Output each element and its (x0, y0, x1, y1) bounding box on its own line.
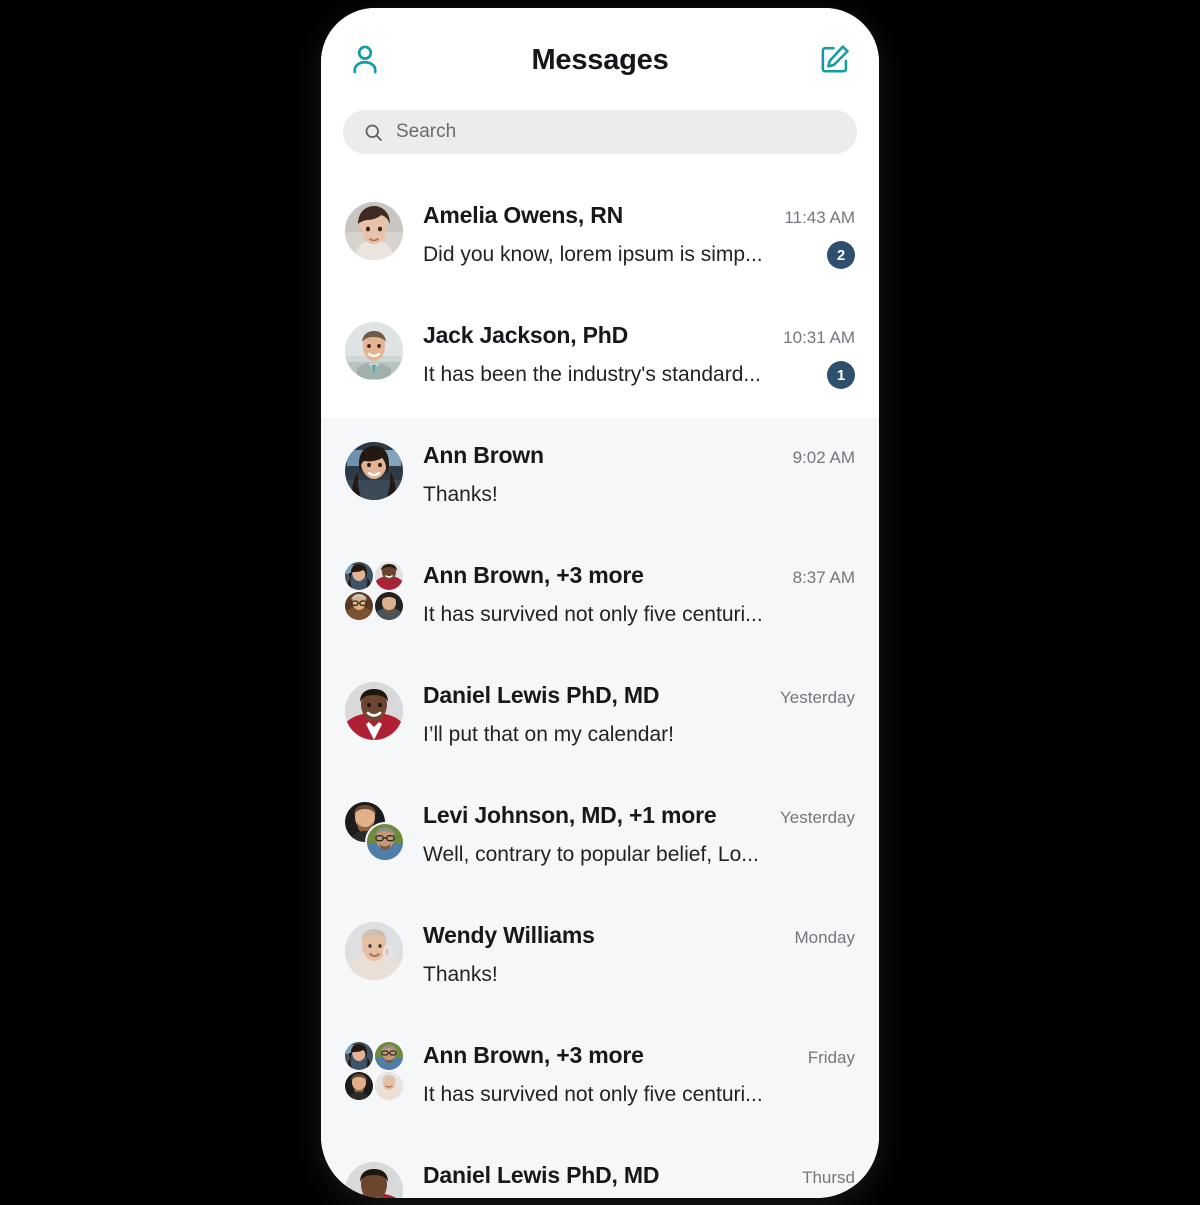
conversation-preview: Did you know, lorem ipsum is simp... (423, 243, 763, 266)
unread-badge: 2 (827, 241, 855, 269)
conversation-content: Ann Brown 9:02 AM Thanks! (423, 440, 855, 510)
unread-badge (827, 841, 855, 869)
conversation-content: Daniel Lewis PhD, MD Thursd (423, 1160, 855, 1189)
phone-frame: Messages Search Amelia Owens, RN 11:43 A… (321, 8, 879, 1198)
avatar-group (345, 802, 405, 862)
avatar (345, 682, 403, 742)
conversation-preview: Thanks! (423, 963, 498, 986)
avatar-image (345, 322, 403, 380)
conversation-time: 10:31 AM (783, 328, 855, 347)
avatar-group (345, 1042, 403, 1102)
avatar-group (345, 562, 403, 622)
search-bar[interactable] (343, 110, 857, 154)
unread-badge (827, 481, 855, 509)
avatar (345, 1162, 403, 1198)
avatar-image (375, 592, 403, 620)
conversation-preview: Well, contrary to popular belief, Lo... (423, 843, 759, 866)
conversation-row[interactable]: Ann Brown, +3 more Friday It has survive… (321, 1018, 879, 1138)
unread-badge (827, 1081, 855, 1109)
unread-badge (827, 601, 855, 629)
screenshot-canvas: Messages Search Amelia Owens, RN 11:43 A… (0, 0, 1200, 1205)
conversation-name: Jack Jackson, PhD (423, 322, 628, 348)
person-icon (348, 42, 382, 76)
unread-badge (827, 721, 855, 749)
conversation-content: Ann Brown, +3 more Friday It has survive… (423, 1040, 855, 1110)
conversation-time: Yesterday (780, 688, 855, 707)
conversation-name: Daniel Lewis PhD, MD (423, 1162, 660, 1188)
search-input[interactable] (396, 110, 837, 154)
conversation-row[interactable]: Wendy Williams Monday Thanks! (321, 898, 879, 1018)
conversation-time: Monday (794, 928, 855, 947)
avatar (345, 322, 403, 382)
conversation-preview: It has been the industry's standard... (423, 363, 761, 386)
avatar-image (345, 592, 373, 620)
avatar-image (345, 682, 403, 740)
conversation-name: Daniel Lewis PhD, MD (423, 682, 660, 708)
conversation-name: Levi Johnson, MD, +1 more (423, 802, 717, 828)
unread-badge (827, 961, 855, 989)
unread-badge: 1 (827, 361, 855, 389)
page-title: Messages (531, 43, 669, 76)
conversation-row[interactable]: Ann Brown 9:02 AM Thanks! (321, 418, 879, 538)
avatar-image (345, 442, 403, 500)
avatar (345, 442, 403, 502)
search-section (321, 110, 879, 178)
app-header: Messages (321, 8, 879, 110)
conversation-time: Thursd (802, 1168, 855, 1187)
avatar-image (375, 562, 403, 590)
avatar (345, 922, 403, 982)
avatar-image (375, 1042, 403, 1070)
conversation-preview: I’ll put that on my calendar! (423, 723, 674, 746)
search-icon (363, 122, 384, 143)
avatar-image (345, 562, 373, 590)
conversation-time: Friday (807, 1048, 855, 1067)
conversation-content: Ann Brown, +3 more 8:37 AM It has surviv… (423, 560, 855, 630)
conversation-content: Levi Johnson, MD, +1 more Yesterday Well… (423, 800, 855, 870)
conversation-row[interactable]: Jack Jackson, PhD 10:31 AM It has been t… (321, 298, 879, 418)
conversation-name: Ann Brown, +3 more (423, 1042, 644, 1068)
avatar-image (365, 822, 405, 862)
conversation-time: 8:37 AM (792, 568, 855, 587)
conversation-row[interactable]: Daniel Lewis PhD, MD Yesterday I’ll put … (321, 658, 879, 778)
conversation-time: 11:43 AM (784, 208, 855, 227)
avatar-image (345, 1042, 373, 1070)
conversation-row[interactable]: Levi Johnson, MD, +1 more Yesterday Well… (321, 778, 879, 898)
conversation-time: 9:02 AM (792, 448, 855, 467)
conversation-list[interactable]: Amelia Owens, RN 11:43 AM Did you know, … (321, 178, 879, 1198)
conversation-content: Jack Jackson, PhD 10:31 AM It has been t… (423, 320, 855, 390)
avatar-image (345, 1072, 373, 1100)
conversation-preview: It has survived not only five centuri... (423, 603, 763, 626)
avatar-image (375, 1072, 403, 1100)
conversation-name: Ann Brown, +3 more (423, 562, 644, 588)
conversation-name: Amelia Owens, RN (423, 202, 624, 228)
profile-button[interactable] (343, 37, 387, 81)
conversation-preview: It has survived not only five centuri... (423, 1083, 763, 1106)
conversation-name: Wendy Williams (423, 922, 595, 948)
conversation-preview: Thanks! (423, 483, 498, 506)
conversation-content: Daniel Lewis PhD, MD Yesterday I’ll put … (423, 680, 855, 750)
compose-button[interactable] (813, 37, 857, 81)
conversation-time: Yesterday (780, 808, 855, 827)
conversation-content: Amelia Owens, RN 11:43 AM Did you know, … (423, 200, 855, 270)
conversation-row[interactable]: Amelia Owens, RN 11:43 AM Did you know, … (321, 178, 879, 298)
conversation-name: Ann Brown (423, 442, 544, 468)
avatar-image (345, 202, 403, 260)
avatar-image (345, 922, 403, 980)
conversation-row[interactable]: Daniel Lewis PhD, MD Thursd (321, 1138, 879, 1198)
compose-icon (819, 43, 851, 75)
conversation-row[interactable]: Ann Brown, +3 more 8:37 AM It has surviv… (321, 538, 879, 658)
avatar-image (345, 1162, 403, 1198)
avatar (345, 202, 403, 262)
conversation-content: Wendy Williams Monday Thanks! (423, 920, 855, 990)
